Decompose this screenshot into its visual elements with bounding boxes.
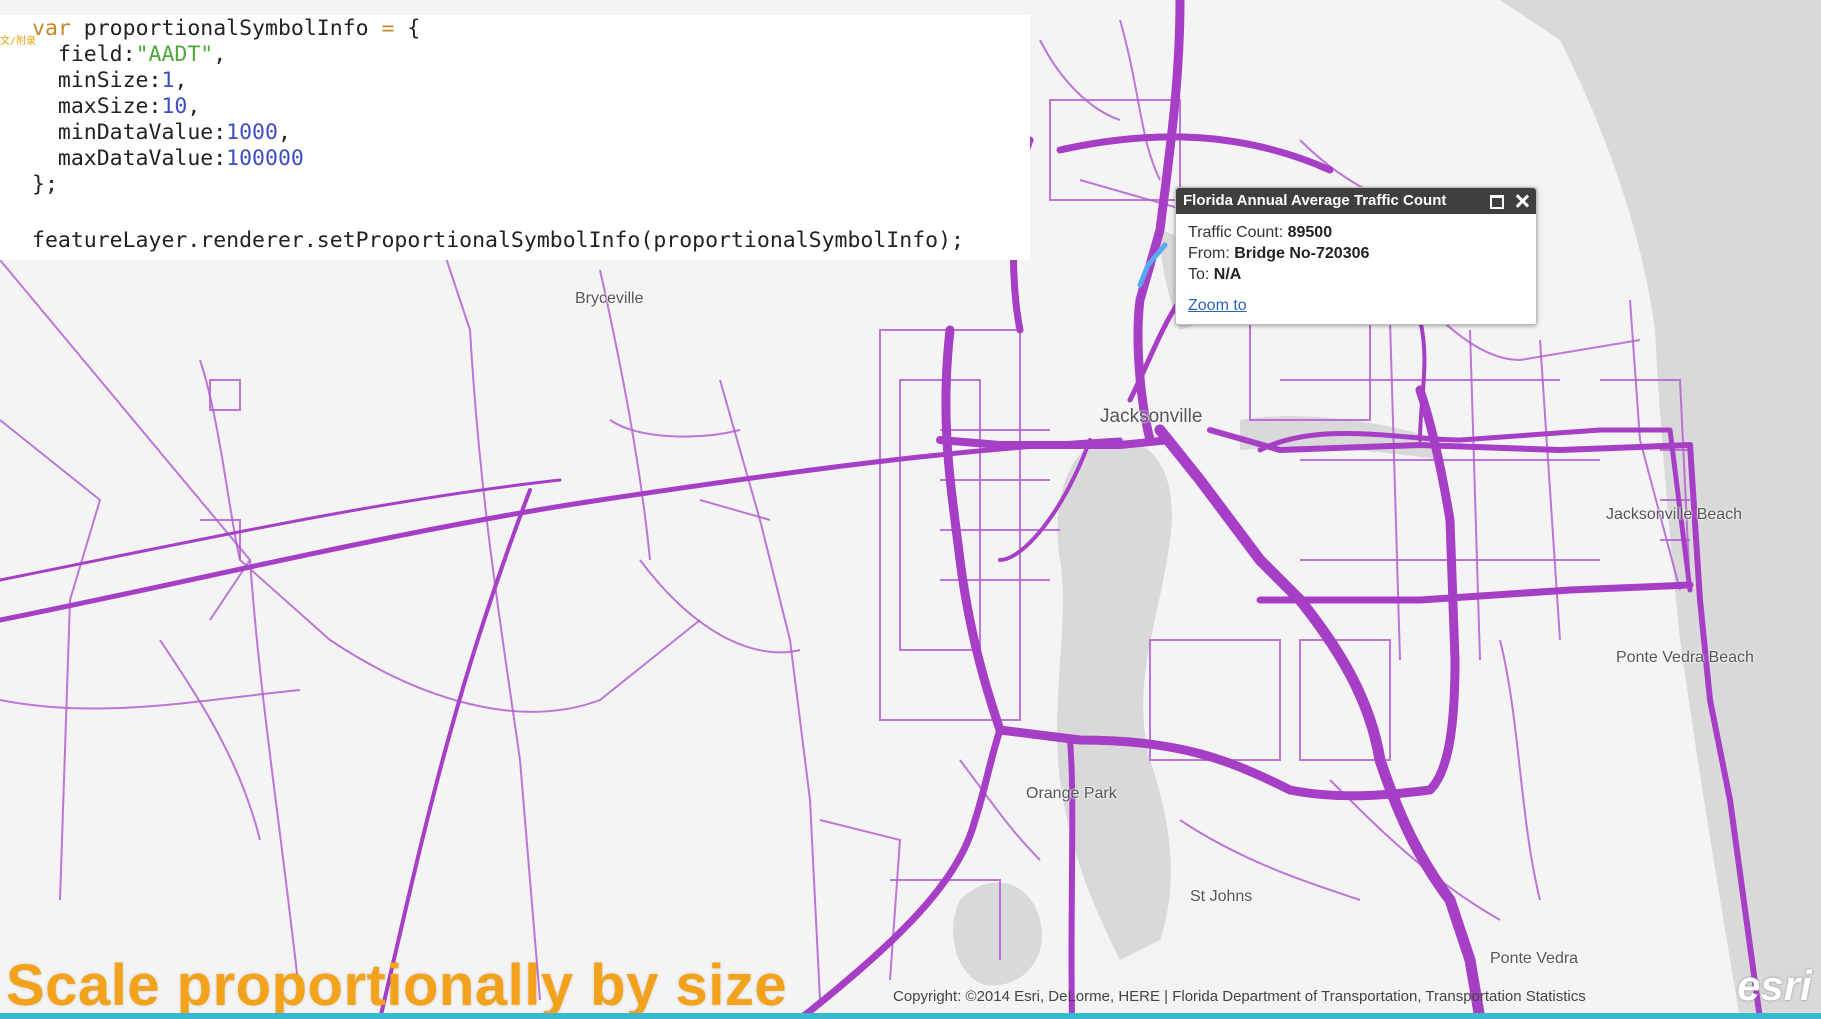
popup-header: Florida Annual Average Traffic Count [1176,188,1536,214]
code-panel: 文/附录 var proportionalSymbolInfo = { fiel… [0,15,1030,260]
code-line-field: field:"AADT", [32,42,226,68]
code-line-call: featureLayer.renderer.setProportionalSym… [32,228,964,253]
to-value: N/A [1213,266,1242,283]
close-icon[interactable] [1514,193,1530,209]
code-keyword: var [32,16,71,41]
from-value: Bridge No-720306 [1234,245,1370,262]
popup-traffic-row: Traffic Count: 89500 [1188,222,1524,243]
place-label-jacksonville: Jacksonville [1100,406,1203,427]
place-label-st-johns: St Johns [1190,888,1253,905]
code-key: maxDataValue: [32,146,227,171]
place-label-jacksonville-beach: Jacksonville Beach [1606,506,1743,523]
place-label-ponte-vedra-beach: Ponte Vedra Beach [1616,649,1754,666]
code-number: 10 [161,94,188,119]
code-line-maxsize: maxSize:10, [32,94,200,120]
popup-from-row: From: Bridge No-720306 [1188,243,1524,264]
bottom-accent-bar [0,1013,1821,1019]
code-punct: , [277,120,291,145]
code-identifier: proportionalSymbolInfo [70,16,382,41]
code-key: field: [32,42,136,67]
code-line-close: }; [32,172,58,197]
code-brace: { [394,16,421,41]
code-number: 1 [161,68,175,93]
popup-to-row: To: N/A [1188,264,1524,285]
code-line-minsize: minSize:1, [32,68,187,94]
code-line-maxdatavalue: maxDataValue:100000 [32,146,304,172]
code-number: 100000 [226,146,304,171]
place-label-bryceville: Bryceville [575,290,644,307]
code-key: minSize: [32,68,162,93]
from-label: From: [1188,245,1235,262]
code-line-mindatavalue: minDataValue:1000, [32,120,291,146]
maximize-icon[interactable] [1488,193,1504,209]
feature-popup: Florida Annual Average Traffic Count Tra… [1175,187,1537,325]
popup-buttons [1488,188,1530,214]
code-punct: , [174,68,188,93]
map-attribution: Copyright: ©2014 Esri, DeLorme, HERE | F… [893,988,1586,1005]
code-operator: = [381,16,395,41]
slide-caption: Scale proportionally by size [6,953,788,1018]
code-punct: , [187,94,201,119]
place-label-ponte-vedra: Ponte Vedra [1490,950,1579,967]
to-label: To: [1188,266,1214,283]
popup-title: Florida Annual Average Traffic Count [1183,192,1447,209]
popup-body: Traffic Count: 89500 From: Bridge No-720… [1176,214,1536,324]
place-label-orange-park: Orange Park [1026,785,1117,802]
code-string: "AADT" [135,42,214,67]
code-line-declaration: var proportionalSymbolInfo = { [32,16,420,42]
code-punct: , [213,42,227,67]
esri-logo: esri [1737,962,1812,1009]
code-number: 1000 [226,120,278,145]
zoom-to-link[interactable]: Zoom to [1188,295,1247,316]
traffic-count-value: 89500 [1287,224,1333,241]
code-key: maxSize: [32,94,162,119]
code-key: minDataValue: [32,120,227,145]
corner-marker: 文/附录 [0,36,37,47]
traffic-count-label: Traffic Count: [1188,224,1288,241]
